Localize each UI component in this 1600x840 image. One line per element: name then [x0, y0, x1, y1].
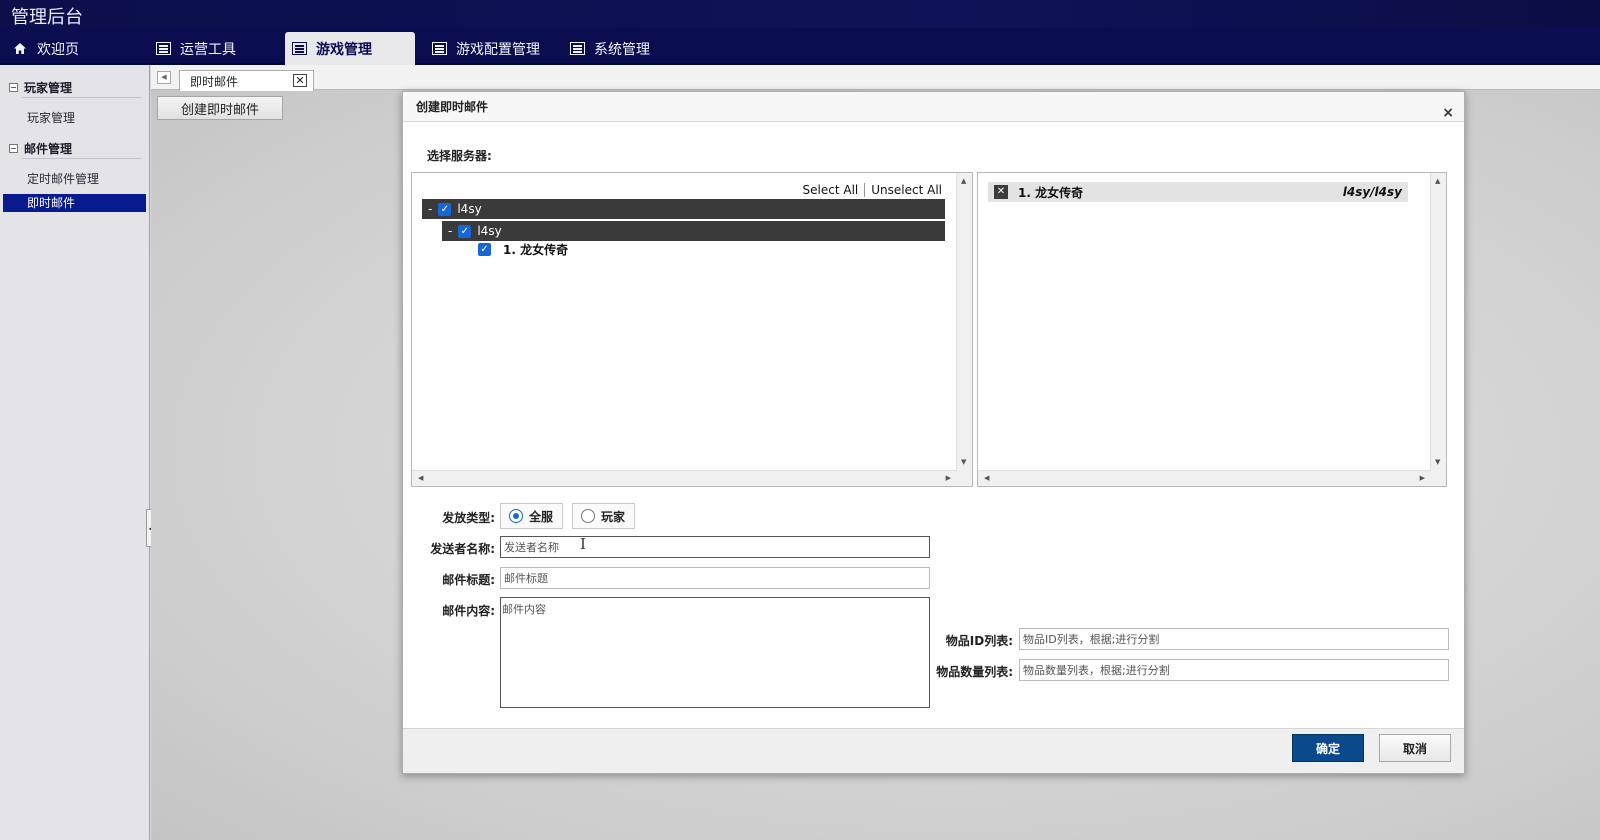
- nav-tab-game-config[interactable]: 游戏配置管理: [431, 32, 540, 65]
- item-ids-input[interactable]: [1019, 628, 1449, 650]
- list-icon: [431, 42, 447, 56]
- radio-all-servers[interactable]: 全服: [500, 503, 563, 529]
- collapse-icon[interactable]: −: [9, 83, 18, 92]
- tab-scroll-left-icon[interactable]: ◀: [157, 71, 171, 84]
- list-icon: [291, 42, 307, 56]
- divider: [22, 97, 142, 98]
- tree-node-label: l4sy: [457, 202, 482, 216]
- doc-tab-label: 即时邮件: [190, 74, 239, 89]
- nav-tab-welcome[interactable]: 欢迎页: [12, 32, 79, 65]
- scroll-down-icon[interactable]: ▼: [1435, 458, 1440, 466]
- selected-server-item: ✕ 1. 龙女传奇 l4sy/l4sy: [988, 182, 1408, 202]
- collapse-icon[interactable]: -: [428, 202, 432, 216]
- main-nav: 欢迎页 运营工具 游戏管理 游戏配置管理 系统管理: [0, 28, 1600, 65]
- unselect-all-link[interactable]: Unselect All: [871, 183, 942, 197]
- dialog-footer: 确定 取消: [403, 728, 1464, 773]
- doc-tab-instant-mail[interactable]: 即时邮件 ✕: [179, 70, 314, 91]
- tree-node-child[interactable]: - ✓ l4sy: [442, 221, 945, 241]
- server-tree-panel[interactable]: Select All Unselect All - ✓ l4sy - ✓ l4s…: [411, 172, 973, 487]
- sidebar-item-scheduled-mail[interactable]: 定时邮件管理: [3, 170, 146, 188]
- selected-server-path: l4sy/l4sy: [1342, 185, 1402, 199]
- nav-tab-operation-tools[interactable]: 运营工具: [155, 32, 236, 65]
- server-label: 选择服务器:: [427, 149, 492, 163]
- text-cursor-icon: I: [580, 535, 586, 553]
- sender-input[interactable]: [500, 536, 930, 558]
- subject-input[interactable]: [500, 567, 930, 589]
- radio-checked-icon: [509, 509, 523, 523]
- tree-node-leaf[interactable]: ✓ 1. 龙女传奇: [478, 241, 568, 258]
- nav-tab-label: 运营工具: [180, 41, 236, 58]
- app-title: 管理后台: [11, 7, 83, 28]
- nav-tab-system[interactable]: 系统管理: [569, 32, 650, 65]
- radio-unchecked-icon: [581, 509, 595, 523]
- body-label: 邮件内容:: [442, 604, 495, 618]
- scroll-left-icon[interactable]: ◀: [418, 474, 423, 482]
- close-icon[interactable]: ✕: [293, 74, 307, 87]
- nav-tab-label: 游戏管理: [316, 41, 372, 58]
- checkbox-checked-icon[interactable]: ✓: [458, 224, 472, 238]
- sender-label: 发送者名称:: [430, 542, 495, 556]
- tree-node-label: l4sy: [477, 224, 502, 238]
- item-counts-label: 物品数量列表:: [936, 665, 1013, 679]
- remove-icon[interactable]: ✕: [994, 185, 1008, 199]
- send-type-label: 发放类型:: [442, 511, 495, 525]
- radio-label: 玩家: [601, 509, 626, 524]
- item-counts-input[interactable]: [1019, 659, 1449, 681]
- scroll-right-icon[interactable]: ▶: [1420, 474, 1425, 482]
- title-bar: 管理后台: [0, 0, 1600, 28]
- confirm-button[interactable]: 确定: [1292, 734, 1364, 762]
- divider: [22, 158, 142, 159]
- scroll-up-icon[interactable]: ▲: [1435, 177, 1440, 185]
- scroll-up-icon[interactable]: ▲: [961, 177, 966, 185]
- nav-tab-label: 欢迎页: [37, 41, 79, 58]
- nav-tab-game-management[interactable]: 游戏管理: [285, 32, 415, 65]
- checkbox-checked-icon[interactable]: ✓: [438, 202, 452, 216]
- horizontal-scrollbar[interactable]: ◀ ▶: [412, 470, 957, 486]
- dialog-header: 创建即时邮件 ×: [403, 92, 1464, 122]
- radio-label: 全服: [529, 509, 554, 524]
- sidebar-group-mail[interactable]: − 邮件管理: [9, 140, 72, 157]
- scroll-down-icon[interactable]: ▼: [961, 458, 966, 466]
- separator: [864, 183, 866, 197]
- tree-node-label: 1. 龙女传奇: [503, 243, 569, 257]
- vertical-scrollbar[interactable]: ▲ ▼: [956, 173, 972, 486]
- horizontal-scrollbar[interactable]: ◀ ▶: [978, 470, 1431, 486]
- list-icon: [569, 42, 585, 56]
- select-links: Select All Unselect All: [803, 183, 942, 197]
- body-textarea[interactable]: [500, 597, 930, 708]
- scroll-left-icon[interactable]: ◀: [984, 474, 989, 482]
- vertical-scrollbar[interactable]: ▲ ▼: [1430, 173, 1446, 486]
- cancel-button[interactable]: 取消: [1379, 734, 1451, 762]
- subject-label: 邮件标题:: [442, 573, 495, 587]
- document-tabstrip: ◀ 即时邮件 ✕: [151, 65, 1600, 91]
- nav-tab-label: 系统管理: [594, 41, 650, 58]
- item-ids-label: 物品ID列表:: [945, 634, 1013, 648]
- select-all-link[interactable]: Select All: [803, 183, 859, 197]
- selected-servers-panel[interactable]: ✕ 1. 龙女传奇 l4sy/l4sy ▲ ▼ ◀ ▶: [977, 172, 1447, 487]
- close-icon[interactable]: ×: [1442, 98, 1454, 128]
- nav-tab-label: 游戏配置管理: [456, 41, 540, 58]
- create-mail-dialog: 创建即时邮件 × 选择服务器: Select All Unselect All …: [402, 91, 1465, 774]
- sidebar-item-instant-mail[interactable]: 即时邮件: [3, 194, 146, 212]
- home-icon: [12, 42, 28, 56]
- sidebar-item-player-management[interactable]: 玩家管理: [3, 109, 146, 127]
- sidebar-group-players[interactable]: − 玩家管理: [9, 79, 72, 96]
- list-icon: [155, 42, 171, 56]
- checkbox-checked-icon[interactable]: ✓: [478, 243, 491, 256]
- selected-server-label: 1. 龙女传奇: [1018, 185, 1084, 200]
- collapse-icon[interactable]: −: [9, 144, 18, 153]
- tree-node-root[interactable]: - ✓ l4sy: [422, 199, 945, 219]
- create-instant-mail-button[interactable]: 创建即时邮件: [157, 96, 283, 120]
- dialog-title: 创建即时邮件: [416, 100, 489, 114]
- sidebar-group-title: 玩家管理: [24, 81, 73, 95]
- sidebar: − 玩家管理 玩家管理 − 邮件管理 定时邮件管理 即时邮件: [0, 65, 150, 840]
- sidebar-group-title: 邮件管理: [24, 142, 73, 156]
- radio-player[interactable]: 玩家: [572, 503, 635, 529]
- collapse-icon[interactable]: -: [448, 224, 452, 238]
- scroll-right-icon[interactable]: ▶: [946, 474, 951, 482]
